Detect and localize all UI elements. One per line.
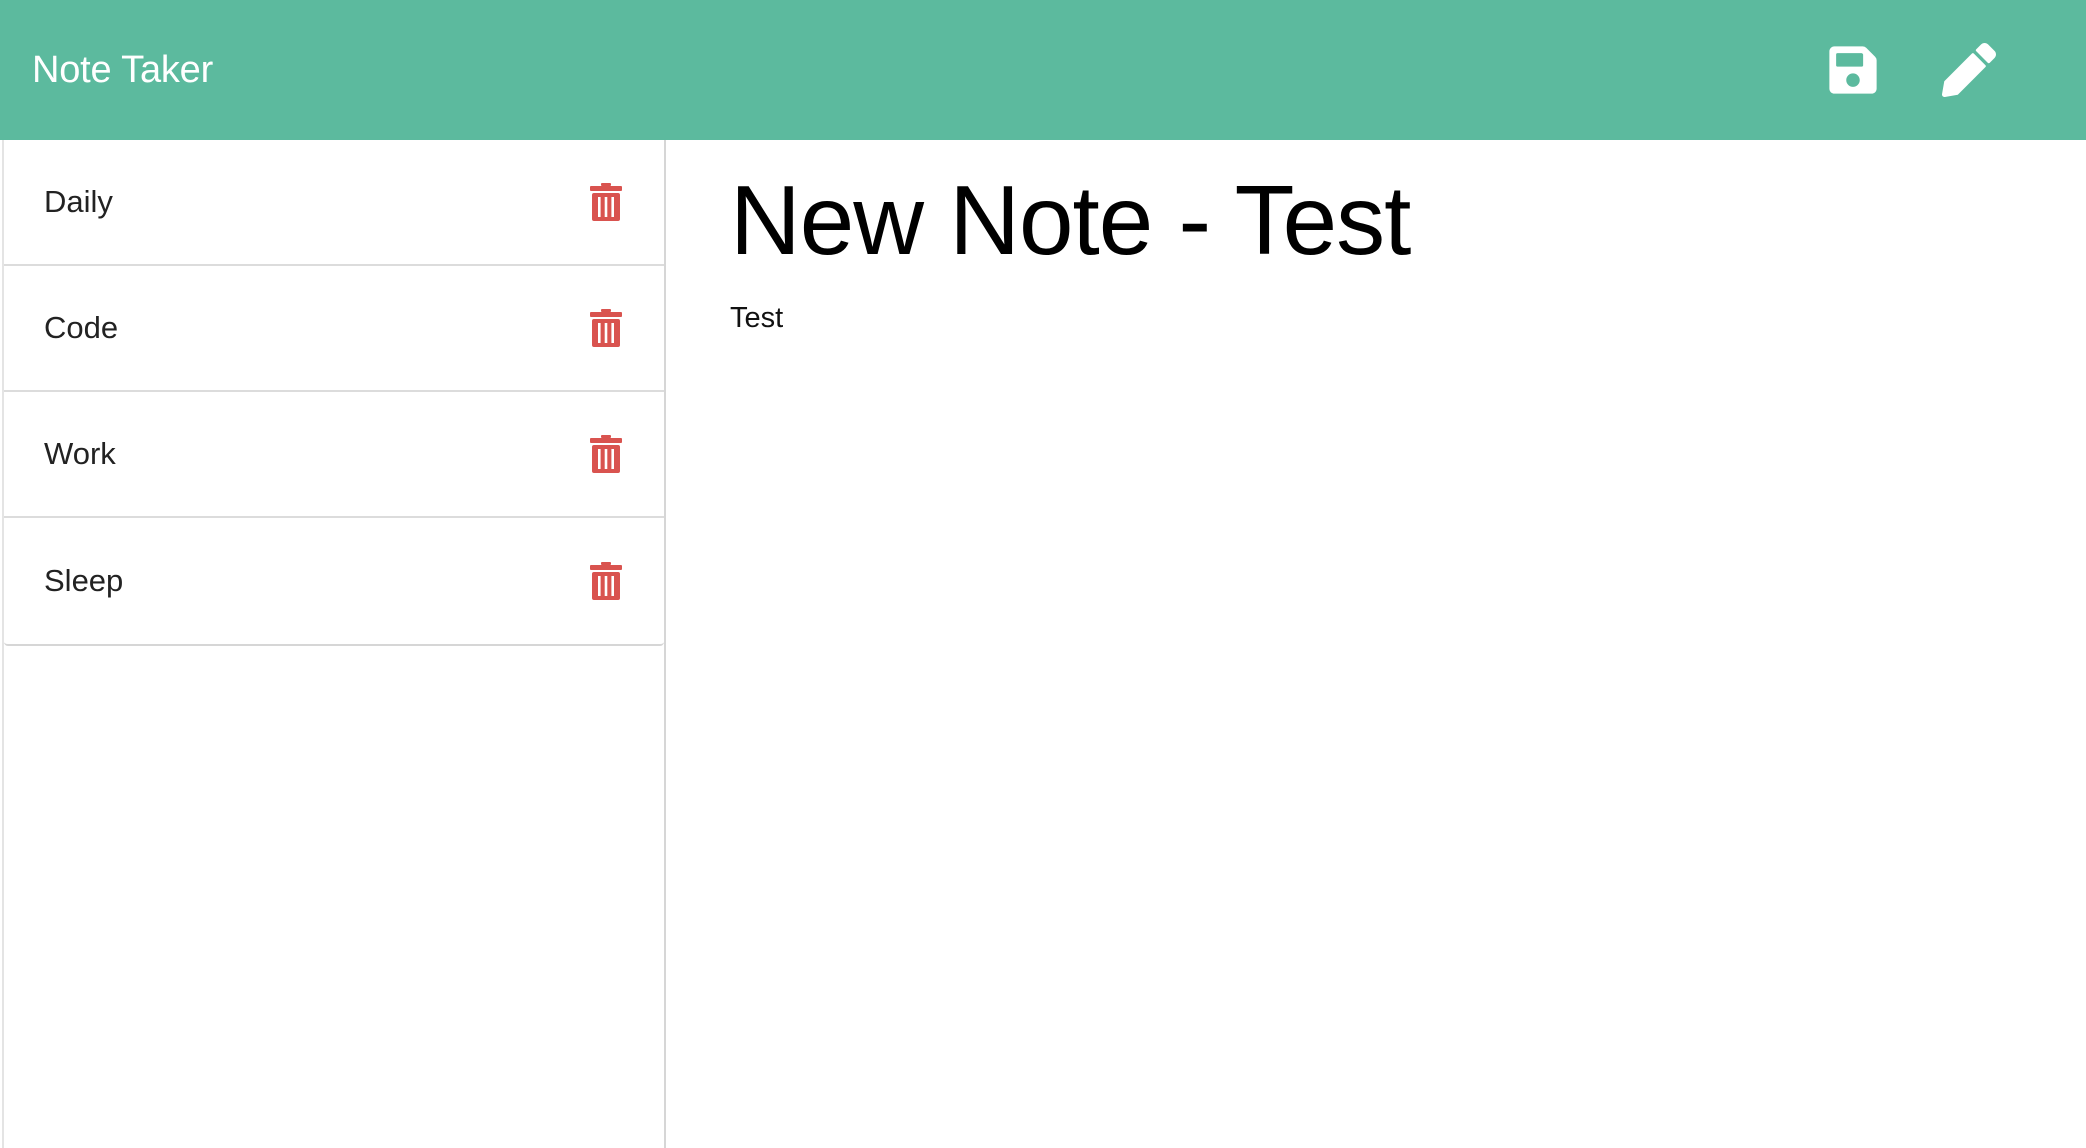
note-item-sleep[interactable]: Sleep — [4, 518, 664, 644]
note-item-code[interactable]: Code — [4, 266, 664, 392]
note-title-input[interactable] — [730, 158, 2026, 282]
new-note-button[interactable] — [1942, 43, 1996, 97]
trash-icon[interactable] — [590, 435, 622, 473]
note-title-wrap — [730, 158, 2026, 282]
header-actions — [1826, 43, 2054, 97]
note-item-work[interactable]: Work — [4, 392, 664, 518]
trash-icon-graphic — [590, 183, 622, 221]
trash-icon-graphic — [590, 562, 622, 600]
note-editor: Test — [668, 140, 2086, 1148]
notes-sidebar: Daily Code Work Sleep — [2, 140, 666, 1148]
trash-icon[interactable] — [590, 562, 622, 600]
save-note-button[interactable] — [1826, 43, 1880, 97]
note-item-daily[interactable]: Daily — [4, 140, 664, 266]
note-item-label: Work — [44, 436, 116, 471]
trash-icon-graphic — [590, 435, 622, 473]
note-item-label: Sleep — [44, 563, 124, 598]
app-header: Note Taker — [0, 0, 2086, 140]
pencil-icon — [1942, 43, 1996, 97]
note-list: Daily Code Work Sleep — [4, 140, 664, 646]
trash-icon-graphic — [590, 309, 622, 347]
floppy-disk-icon — [1829, 46, 1877, 94]
note-item-label: Code — [44, 310, 119, 345]
note-item-label: Daily — [44, 184, 113, 219]
trash-icon[interactable] — [590, 183, 622, 221]
note-body-textarea[interactable]: Test — [730, 302, 2026, 1002]
trash-icon[interactable] — [590, 309, 622, 347]
app-brand[interactable]: Note Taker — [32, 49, 213, 92]
